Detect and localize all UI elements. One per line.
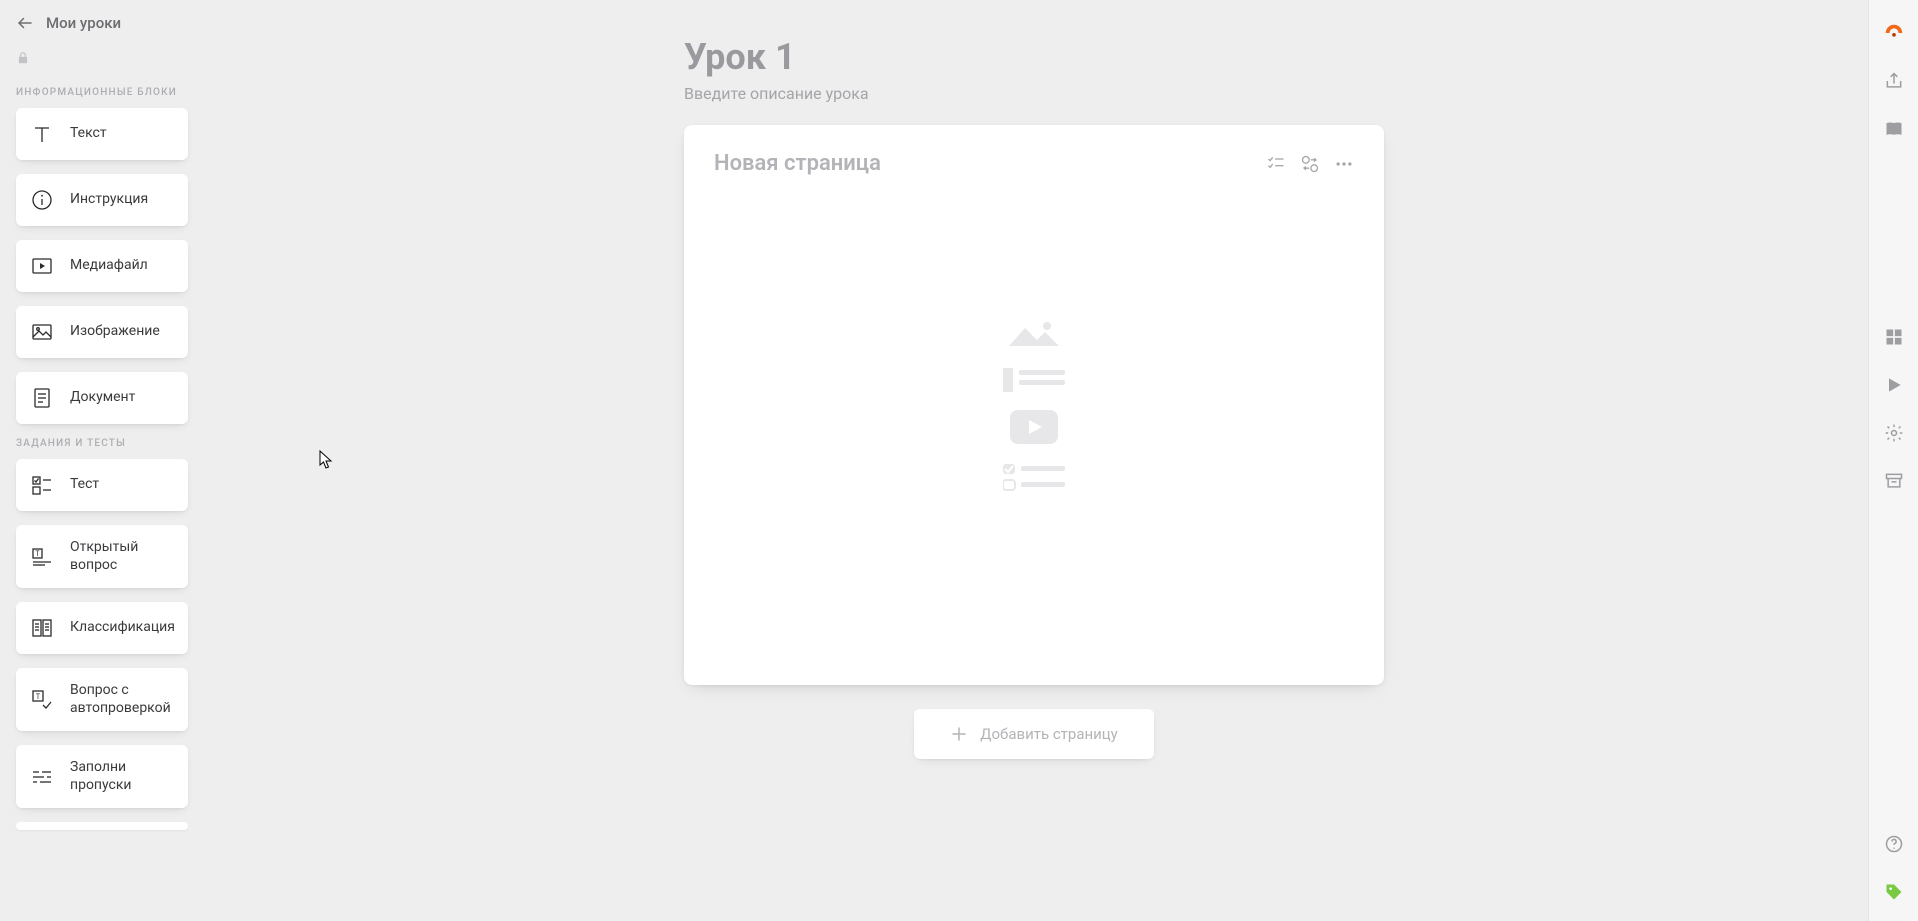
block-label: Документ	[70, 389, 135, 407]
image-icon	[30, 320, 54, 344]
block-instruction[interactable]: Инструкция	[16, 174, 188, 226]
page-reorder-button[interactable]	[1266, 154, 1286, 174]
block-open-question[interactable]: T Открытый вопрос	[16, 525, 188, 588]
back-label: Мои уроки	[46, 14, 121, 32]
page-actions	[1266, 154, 1354, 174]
page-shuffle-button[interactable]	[1300, 154, 1320, 174]
block-image[interactable]: Изображение	[16, 306, 188, 358]
placeholder-video-icon	[1010, 410, 1058, 444]
auto-check-icon: T	[30, 688, 54, 712]
gear-icon	[1884, 423, 1904, 443]
page-title-input[interactable]: Новая страница	[714, 151, 1266, 176]
book-icon	[1884, 119, 1904, 139]
checklist-icon	[30, 473, 54, 497]
text-icon	[30, 122, 54, 146]
list-check-icon	[1266, 154, 1286, 174]
lesson-title-input[interactable]: Урок 1	[684, 36, 1384, 78]
tag-icon	[1884, 882, 1904, 902]
block-peek[interactable]	[16, 822, 188, 830]
placeholder-image-icon	[1003, 318, 1065, 350]
archive-button[interactable]	[1883, 470, 1905, 492]
block-label: Открытый вопрос	[70, 539, 174, 574]
settings-button[interactable]	[1883, 422, 1905, 444]
back-to-lessons[interactable]: Мои уроки	[16, 14, 188, 32]
section-info-label: ИНФОРМАЦИОННЫЕ БЛОКИ	[16, 87, 188, 98]
open-question-icon: T	[30, 545, 54, 569]
brand-logo-icon[interactable]	[1883, 22, 1905, 44]
archive-icon	[1884, 471, 1904, 491]
block-label: Классификация	[70, 619, 175, 637]
grid-icon	[1884, 327, 1904, 347]
share-icon	[1884, 71, 1904, 91]
svg-text:T: T	[35, 550, 40, 558]
arrow-left-icon	[16, 14, 34, 32]
block-label: Заполни пропуски	[70, 759, 174, 794]
main-area: Урок 1 Введите описание урока Новая стра…	[200, 0, 1868, 921]
columns-icon	[30, 616, 54, 640]
grid-view-button[interactable]	[1883, 326, 1905, 348]
preview-button[interactable]	[1883, 374, 1905, 396]
share-button[interactable]	[1883, 70, 1905, 92]
page-more-button[interactable]	[1334, 154, 1354, 174]
svg-text:T: T	[36, 693, 41, 701]
plus-icon	[950, 725, 968, 743]
block-label: Изображение	[70, 323, 160, 341]
fill-blank-icon	[30, 765, 54, 789]
help-icon	[1884, 834, 1904, 854]
library-button[interactable]	[1883, 118, 1905, 140]
placeholder-text-icon	[1003, 368, 1065, 392]
add-page-button[interactable]: Добавить страницу	[914, 709, 1154, 759]
block-fill-blanks[interactable]: Заполни пропуски	[16, 745, 188, 808]
empty-page-placeholder	[1003, 318, 1065, 492]
more-horizontal-icon	[1334, 154, 1354, 174]
block-label: Текст	[70, 125, 107, 143]
page-card[interactable]: Новая страница	[684, 125, 1384, 685]
lock-indicator	[16, 50, 188, 69]
block-label: Вопрос с автопроверкой	[70, 682, 174, 717]
block-text[interactable]: Текст	[16, 108, 188, 160]
lesson-description-input[interactable]: Введите описание урока	[684, 84, 1384, 103]
block-label: Тест	[70, 476, 99, 494]
block-classification[interactable]: Классификация	[16, 602, 188, 654]
add-page-label: Добавить страницу	[980, 725, 1118, 743]
help-button[interactable]	[1883, 833, 1905, 855]
play-box-icon	[30, 254, 54, 278]
feedback-button[interactable]	[1883, 881, 1905, 903]
section-tasks-label: ЗАДАНИЯ И ТЕСТЫ	[16, 438, 188, 449]
sidebar: Мои уроки ИНФОРМАЦИОННЫЕ БЛОКИ Текст Инс…	[0, 0, 200, 921]
lock-icon	[16, 51, 30, 65]
play-icon	[1884, 375, 1904, 395]
block-quiz[interactable]: Тест	[16, 459, 188, 511]
placeholder-checklist-icon	[1003, 462, 1065, 492]
document-icon	[30, 386, 54, 410]
block-label: Медиафайл	[70, 257, 148, 275]
block-media[interactable]: Медиафайл	[16, 240, 188, 292]
lesson-header: Урок 1 Введите описание урока	[684, 36, 1384, 125]
block-document[interactable]: Документ	[16, 372, 188, 424]
block-auto-question[interactable]: T Вопрос с автопроверкой	[16, 668, 188, 731]
block-label: Инструкция	[70, 191, 148, 209]
right-rail	[1868, 0, 1918, 921]
shuffle-icon	[1300, 154, 1320, 174]
info-icon	[30, 188, 54, 212]
